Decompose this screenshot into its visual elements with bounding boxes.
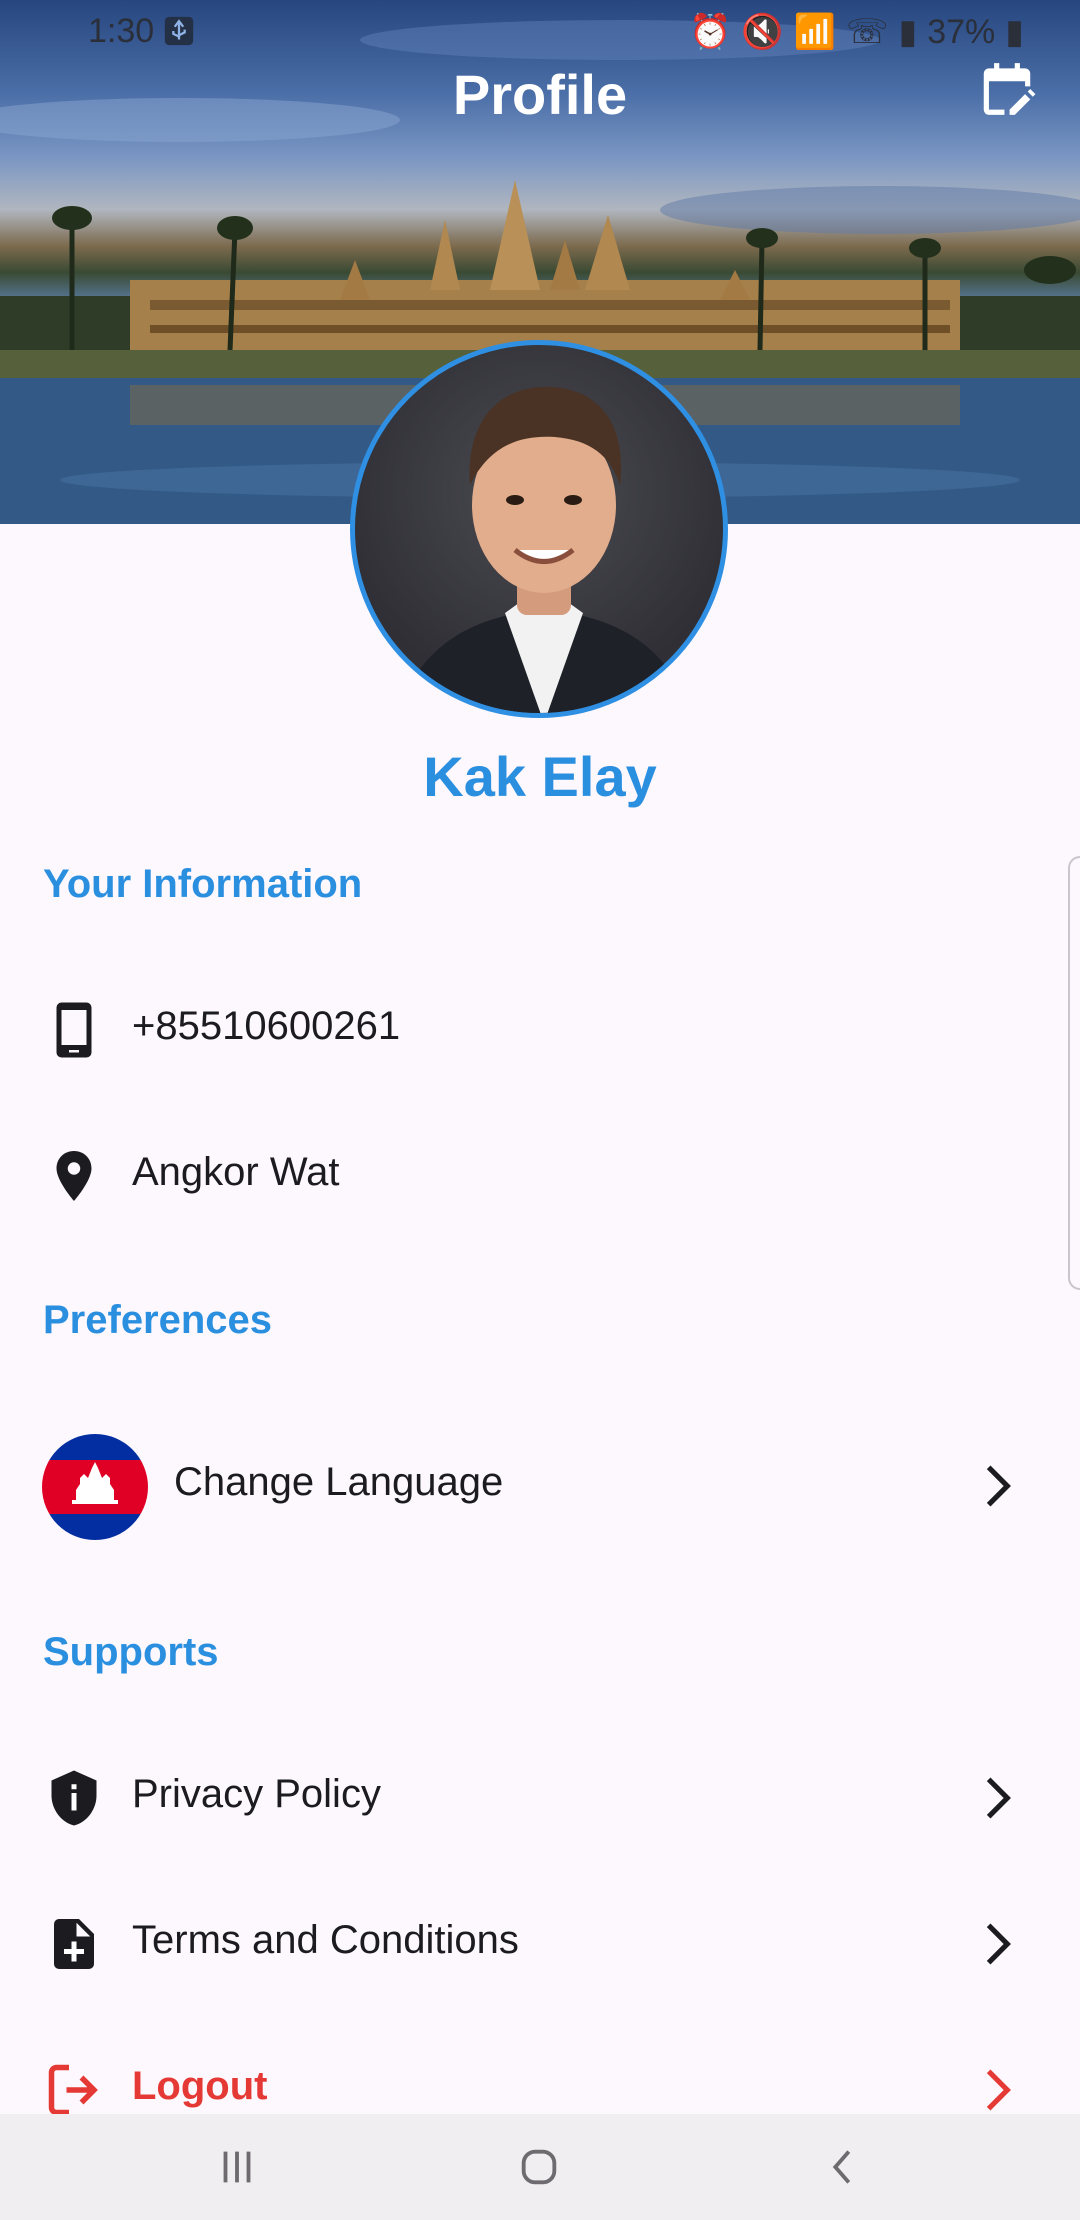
page-title: Profile	[452, 63, 628, 126]
terms-row[interactable]: Terms and Conditions	[0, 1890, 1080, 2000]
privacy-policy-row[interactable]: Privacy Policy	[0, 1744, 1080, 1854]
phone-icon	[56, 1002, 92, 1058]
logout-icon	[48, 2064, 98, 2116]
calendar-edit-icon[interactable]	[976, 58, 1038, 120]
section-title-preferences: Preferences	[43, 1298, 273, 1342]
usb-icon	[164, 16, 194, 46]
chevron-right-icon	[986, 1465, 1011, 1507]
wifi-icon: 📶	[793, 13, 836, 51]
mute-icon: 🔇	[741, 13, 784, 51]
battery-icon: ▮	[1005, 13, 1024, 51]
location-row: Angkor Wat	[0, 1122, 1080, 1232]
status-icons: ⏰ 🔇 📶 ☏ ▮ 37% ▮	[689, 12, 1024, 52]
system-navigation-bar	[0, 2114, 1080, 2220]
terms-label: Terms and Conditions	[132, 1918, 519, 1962]
document-add-icon	[54, 1919, 94, 1969]
change-language-row[interactable]: Change Language	[0, 1434, 1080, 1540]
location-pin-icon	[56, 1151, 92, 1201]
shield-info-icon	[51, 1770, 97, 1826]
profile-name: Kak Elay	[423, 745, 657, 808]
call-icon: ☏	[845, 13, 889, 51]
location-text: Angkor Wat	[132, 1150, 340, 1194]
change-language-label: Change Language	[174, 1460, 504, 1504]
section-title-information: Your Information	[43, 862, 363, 906]
avatar[interactable]	[350, 340, 728, 718]
privacy-policy-label: Privacy Policy	[132, 1772, 381, 1816]
phone-row: +85510600261	[0, 976, 1080, 1086]
section-title-supports: Supports	[43, 1630, 219, 1674]
status-bar: 1:30 ⏰ 🔇 📶 ☏ ▮ 37% ▮	[0, 0, 1080, 62]
battery-text: 37%	[927, 12, 996, 51]
home-icon[interactable]	[516, 2144, 562, 2190]
status-time: 1:30	[88, 12, 155, 50]
back-icon[interactable]	[820, 2144, 866, 2190]
chevron-right-icon	[986, 2069, 1011, 2111]
chevron-right-icon	[986, 1777, 1011, 1819]
chevron-right-icon	[986, 1923, 1011, 1965]
phone-number: +85510600261	[132, 1004, 401, 1048]
recent-apps-icon[interactable]	[214, 2144, 260, 2190]
alarm-icon: ⏰	[688, 13, 732, 51]
logout-label: Logout	[132, 2064, 268, 2108]
signal-icon: ▮	[898, 13, 918, 51]
cambodia-flag-icon	[42, 1434, 148, 1540]
